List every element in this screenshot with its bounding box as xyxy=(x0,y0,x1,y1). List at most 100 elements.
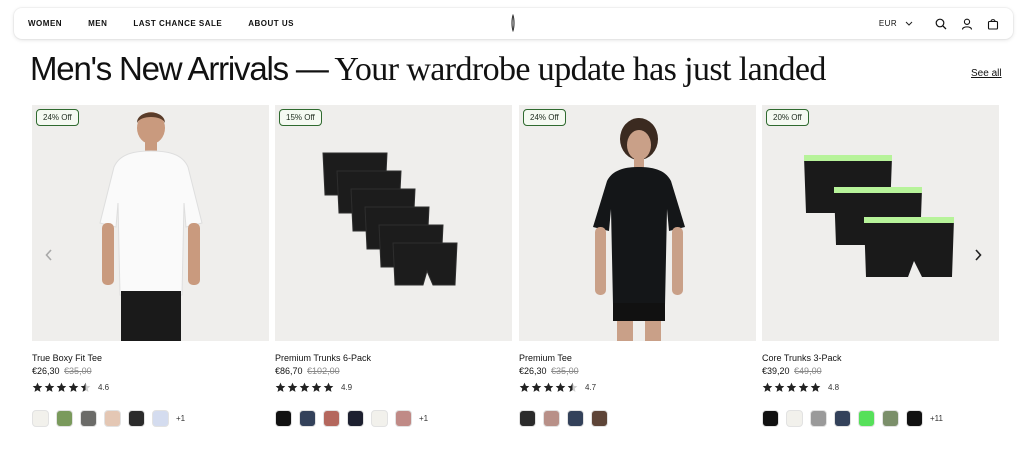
section-title: Men's New Arrivals — Your wardrobe updat… xyxy=(30,50,826,89)
more-colors-count[interactable]: +1 xyxy=(176,414,185,423)
star-icon xyxy=(519,382,530,392)
color-swatch[interactable] xyxy=(104,410,121,427)
star-icon xyxy=(32,382,43,392)
star-rating-icon xyxy=(32,382,92,393)
product-price: €26,30 €35,00 xyxy=(519,366,756,376)
color-swatch[interactable] xyxy=(543,410,560,427)
color-swatch[interactable] xyxy=(882,410,899,427)
color-swatch[interactable] xyxy=(80,410,97,427)
color-swatch[interactable] xyxy=(152,410,169,427)
discount-badge: 24% Off xyxy=(36,109,79,126)
color-swatch[interactable] xyxy=(395,410,412,427)
star-icon xyxy=(774,382,785,392)
account-icon[interactable] xyxy=(961,18,973,30)
color-swatches: +1 xyxy=(32,410,269,427)
color-swatch[interactable] xyxy=(56,410,73,427)
see-all-link[interactable]: See all xyxy=(971,68,1002,79)
color-swatch[interactable] xyxy=(323,410,340,427)
white-tee-model-image xyxy=(99,112,203,341)
color-swatches: +1 xyxy=(275,410,512,427)
star-icon xyxy=(555,382,566,392)
color-swatch[interactable] xyxy=(32,410,49,427)
color-swatch[interactable] xyxy=(810,410,827,427)
star-rating-icon xyxy=(762,382,822,393)
star-icon xyxy=(80,382,91,392)
product-card[interactable]: 24% Off True Boxy Fit Tee €26,30 €35,00 … xyxy=(32,105,269,427)
rating-value: 4.8 xyxy=(828,382,840,392)
chevron-left-icon xyxy=(45,249,52,261)
color-swatch[interactable] xyxy=(347,410,364,427)
product-rating: 4.6 xyxy=(32,381,269,393)
star-icon xyxy=(567,382,578,392)
black-trunks-stack-image xyxy=(322,152,458,286)
product-image[interactable]: 24% Off xyxy=(519,105,756,341)
color-swatch[interactable] xyxy=(275,410,292,427)
main-nav: WOMEN MEN LAST CHANCE SALE ABOUT US xyxy=(28,8,320,39)
product-rating: 4.7 xyxy=(519,381,756,393)
product-name[interactable]: True Boxy Fit Tee xyxy=(32,353,269,363)
product-rating: 4.8 xyxy=(762,381,999,393)
site-header: WOMEN MEN LAST CHANCE SALE ABOUT US EUR xyxy=(14,8,1013,39)
product-card[interactable]: 15% Off Premium Trunks 6-Pack €86,70 €10… xyxy=(275,105,512,427)
product-card[interactable]: 24% Off Premium Tee €26,30 €35,00 4.7 xyxy=(519,105,756,427)
product-price: €39,20 €49,00 xyxy=(762,366,999,376)
product-image[interactable]: 24% Off xyxy=(32,105,269,341)
sale-price: €39,20 xyxy=(762,366,790,376)
star-icon xyxy=(543,382,554,392)
color-swatch[interactable] xyxy=(519,410,536,427)
product-name[interactable]: Premium Trunks 6-Pack xyxy=(275,353,512,363)
nav-about-us[interactable]: ABOUT US xyxy=(248,19,294,28)
star-icon xyxy=(275,382,286,392)
color-swatch[interactable] xyxy=(906,410,923,427)
nav-last-chance-sale[interactable]: LAST CHANCE SALE xyxy=(133,19,222,28)
discount-badge: 24% Off xyxy=(523,109,566,126)
black-tee-model-image xyxy=(593,118,685,341)
rating-value: 4.9 xyxy=(341,382,353,392)
rating-value: 4.6 xyxy=(98,382,110,392)
more-colors-count[interactable]: +11 xyxy=(930,414,943,423)
product-image[interactable]: 15% Off xyxy=(275,105,512,341)
brand-logo-icon[interactable] xyxy=(510,14,516,32)
product-image[interactable]: 20% Off xyxy=(762,105,999,341)
original-price: €35,00 xyxy=(551,366,579,376)
color-swatch[interactable] xyxy=(299,410,316,427)
star-icon xyxy=(287,382,298,392)
product-name[interactable]: Core Trunks 3-Pack xyxy=(762,353,999,363)
cart-icon[interactable] xyxy=(987,18,999,30)
star-icon xyxy=(786,382,797,392)
color-swatch[interactable] xyxy=(591,410,608,427)
original-price: €35,00 xyxy=(64,366,92,376)
star-icon xyxy=(68,382,79,392)
star-icon xyxy=(762,382,773,392)
product-price: €26,30 €35,00 xyxy=(32,366,269,376)
section-title-serif: Your wardrobe update has just landed xyxy=(327,51,826,88)
star-icon xyxy=(44,382,55,392)
product-name[interactable]: Premium Tee xyxy=(519,353,756,363)
chevron-down-icon xyxy=(905,21,913,26)
carousel-next-button[interactable] xyxy=(971,248,985,262)
more-colors-count[interactable]: +1 xyxy=(419,414,428,423)
search-icon[interactable] xyxy=(935,18,947,30)
color-swatch[interactable] xyxy=(567,410,584,427)
carousel-prev-button[interactable] xyxy=(42,248,56,262)
color-swatch[interactable] xyxy=(834,410,851,427)
color-swatch[interactable] xyxy=(128,410,145,427)
color-swatch[interactable] xyxy=(371,410,388,427)
product-rating: 4.9 xyxy=(275,381,512,393)
nav-men[interactable]: MEN xyxy=(88,19,107,28)
star-icon xyxy=(323,382,334,392)
star-rating-icon xyxy=(275,382,335,393)
star-icon xyxy=(810,382,821,392)
color-swatch[interactable] xyxy=(786,410,803,427)
color-swatch[interactable] xyxy=(858,410,875,427)
sale-price: €26,30 xyxy=(519,366,547,376)
discount-badge: 20% Off xyxy=(766,109,809,126)
color-swatch[interactable] xyxy=(762,410,779,427)
currency-label: EUR xyxy=(878,19,897,28)
currency-selector[interactable]: EUR xyxy=(879,19,913,28)
nav-women[interactable]: WOMEN xyxy=(28,19,62,28)
star-icon xyxy=(311,382,322,392)
product-card[interactable]: 20% Off Core Trunks 3-Pack €39,20 €49,00… xyxy=(762,105,999,427)
discount-badge: 15% Off xyxy=(279,109,322,126)
star-icon xyxy=(531,382,542,392)
